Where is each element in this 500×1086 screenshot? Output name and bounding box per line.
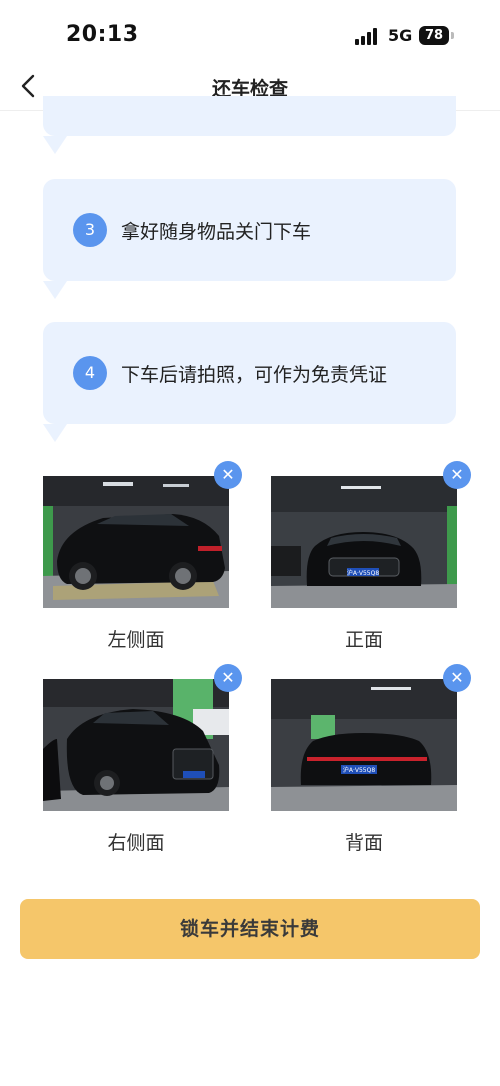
signal-icon (355, 27, 381, 45)
network-type: 5G (388, 26, 413, 45)
bubble-tail (43, 424, 67, 442)
step-number-badge: 4 (73, 356, 107, 390)
bubble-tail (43, 281, 67, 299)
step-number-badge: 3 (73, 213, 107, 247)
close-icon[interactable]: ✕ (443, 664, 471, 692)
close-icon[interactable]: ✕ (214, 664, 242, 692)
battery-icon: 78 (419, 26, 449, 45)
photo-label: 背面 (344, 832, 383, 854)
bubble-tail (43, 136, 67, 154)
step-text: 下车后请拍照，可作为免责凭证 (121, 364, 388, 386)
car-photo-rear[interactable]: 沪A·V55Q8 (271, 679, 457, 811)
instruction-bubble-step-3: 3 拿好随身物品关门下车 (43, 179, 456, 281)
svg-text:沪A·V55Q8: 沪A·V55Q8 (347, 569, 379, 577)
car-photo-front[interactable]: 沪A·V55Q8 (271, 476, 457, 608)
step-text: 拿好随身物品关门下车 (121, 221, 312, 243)
svg-text:沪A·V55Q8: 沪A·V55Q8 (343, 766, 375, 774)
battery-cap (451, 32, 454, 39)
instruction-bubble-step-4: 4 下车后请拍照，可作为免责凭证 (43, 322, 456, 424)
status-time: 20:13 (66, 22, 139, 47)
photo-label: 正面 (344, 629, 383, 651)
lock-and-end-billing-button[interactable]: 锁车并结束计费 (20, 899, 480, 959)
car-photo-right[interactable] (43, 679, 229, 811)
close-icon[interactable]: ✕ (443, 461, 471, 489)
photo-label: 左侧面 (107, 629, 165, 651)
battery-level: 78 (424, 28, 444, 43)
car-photo-left[interactable] (43, 476, 229, 608)
photo-label: 右侧面 (107, 832, 165, 854)
close-icon[interactable]: ✕ (214, 461, 242, 489)
instruction-bubble-partial (43, 96, 456, 136)
